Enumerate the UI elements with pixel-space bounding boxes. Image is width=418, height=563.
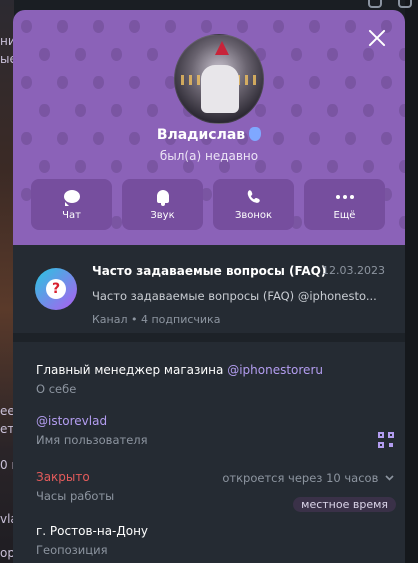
channel-description: Часто задаваемые вопросы (FAQ) @iphonest… xyxy=(92,289,377,303)
apple-pattern-icon xyxy=(57,20,68,33)
apple-pattern-icon xyxy=(39,104,50,117)
username-row[interactable]: @istorevlad Имя пользователя xyxy=(36,414,148,447)
location-label: Геопозиция xyxy=(36,543,108,557)
hours-opens-toggle[interactable]: откроется через 10 часов xyxy=(222,471,394,485)
apple-pattern-icon xyxy=(327,104,338,117)
apple-pattern-icon xyxy=(327,48,338,61)
apple-pattern-icon xyxy=(381,76,392,89)
apple-pattern-icon xyxy=(399,104,405,117)
avatar[interactable] xyxy=(174,34,264,124)
hours-value: Закрыто xyxy=(36,470,90,484)
business-hours-row[interactable]: Закрыто Часы работы xyxy=(36,470,114,503)
apple-pattern-icon xyxy=(399,216,405,229)
hours-opens-text: откроется через 10 часов xyxy=(222,471,379,485)
chat-button[interactable]: Чат xyxy=(31,179,112,230)
sound-button-label: Звук xyxy=(150,209,175,221)
local-time-badge[interactable]: местное время xyxy=(293,497,396,512)
channel-meta: Канал • 4 подписчика xyxy=(92,313,221,326)
top-toolbar xyxy=(368,0,412,8)
location-value: г. Ростов-на-Дону xyxy=(36,524,149,538)
apple-pattern-icon xyxy=(57,76,68,89)
username-value[interactable]: @istorevlad xyxy=(36,414,148,428)
more-icon xyxy=(335,194,354,199)
search-icon[interactable] xyxy=(368,0,382,8)
apple-pattern-icon xyxy=(75,48,86,61)
profile-status: был(а) недавно xyxy=(159,149,259,163)
call-button[interactable]: Звонок xyxy=(213,179,294,230)
apple-pattern-icon xyxy=(309,20,320,33)
background-chat-image xyxy=(0,0,14,563)
apple-pattern-icon xyxy=(201,20,212,33)
apple-pattern-icon xyxy=(309,76,320,89)
about-label: О себе xyxy=(36,382,77,396)
apple-pattern-icon xyxy=(291,104,302,117)
apple-pattern-icon xyxy=(39,48,50,61)
apple-pattern-icon xyxy=(273,20,284,33)
apple-pattern-icon xyxy=(93,20,104,33)
chat-button-label: Чат xyxy=(62,209,81,221)
apple-pattern-icon xyxy=(129,20,140,33)
more-button-label: Ещё xyxy=(333,209,356,221)
apple-pattern-icon xyxy=(399,48,405,61)
apple-pattern-icon xyxy=(111,48,122,61)
location-row[interactable]: г. Ростов-на-Дону Геопозиция xyxy=(36,524,148,557)
background-right-column xyxy=(405,0,418,563)
avatar-santa-hat xyxy=(215,41,229,55)
apple-pattern-icon xyxy=(129,76,140,89)
phone-icon xyxy=(247,189,260,203)
hours-label: Часы работы xyxy=(36,489,115,503)
apple-pattern-icon xyxy=(165,20,176,33)
apple-pattern-icon xyxy=(255,104,266,117)
apple-pattern-icon xyxy=(147,48,158,61)
about-value: Главный менеджер магазина @iphonestoreru xyxy=(36,363,323,377)
username-label: Имя пользователя xyxy=(36,433,148,447)
about-text: Главный менеджер магазина xyxy=(36,363,228,377)
apple-pattern-icon xyxy=(21,76,32,89)
personal-channel-card[interactable]: ? Часто задаваемые вопросы (FAQ) 12.03.2… xyxy=(13,245,405,342)
bell-icon xyxy=(156,190,169,206)
apple-pattern-icon xyxy=(147,104,158,117)
apple-pattern-icon xyxy=(291,48,302,61)
profile-name-row: Владислав xyxy=(13,127,405,143)
apple-pattern-icon xyxy=(111,104,122,117)
window-icon[interactable] xyxy=(398,0,412,8)
call-button-label: Звонок xyxy=(234,209,273,221)
apple-pattern-icon xyxy=(75,104,86,117)
channel-avatar: ? xyxy=(35,268,77,310)
more-button[interactable]: Ещё xyxy=(304,179,385,230)
avatar-person xyxy=(201,65,239,113)
apple-emoji-status-icon[interactable] xyxy=(249,127,262,141)
apple-pattern-icon xyxy=(237,20,248,33)
channel-date: 12.03.2023 xyxy=(322,264,385,277)
apple-pattern-icon xyxy=(363,48,374,61)
close-icon[interactable] xyxy=(367,28,387,48)
apple-pattern-icon xyxy=(345,20,356,33)
profile-actions: Чат Звук Звонок Ещё xyxy=(31,179,385,230)
apple-pattern-icon xyxy=(93,76,104,89)
question-icon: ? xyxy=(46,279,66,299)
chevron-down-icon xyxy=(385,475,394,481)
apple-pattern-icon xyxy=(273,76,284,89)
sound-button[interactable]: Звук xyxy=(122,179,203,230)
apple-pattern-icon xyxy=(345,76,356,89)
apple-pattern-icon xyxy=(363,104,374,117)
qr-code-icon[interactable] xyxy=(378,432,394,448)
apple-pattern-icon xyxy=(21,20,32,33)
channel-title: Часто задаваемые вопросы (FAQ) xyxy=(92,264,327,278)
about-link[interactable]: @iphonestoreru xyxy=(227,363,323,377)
profile-name: Владислав xyxy=(156,127,246,143)
chat-icon xyxy=(63,190,80,206)
profile-header: Владислав был(а) недавно Чат Звук Звонок xyxy=(13,10,405,245)
about-row[interactable]: Главный менеджер магазина @iphonestoreru… xyxy=(36,363,323,396)
